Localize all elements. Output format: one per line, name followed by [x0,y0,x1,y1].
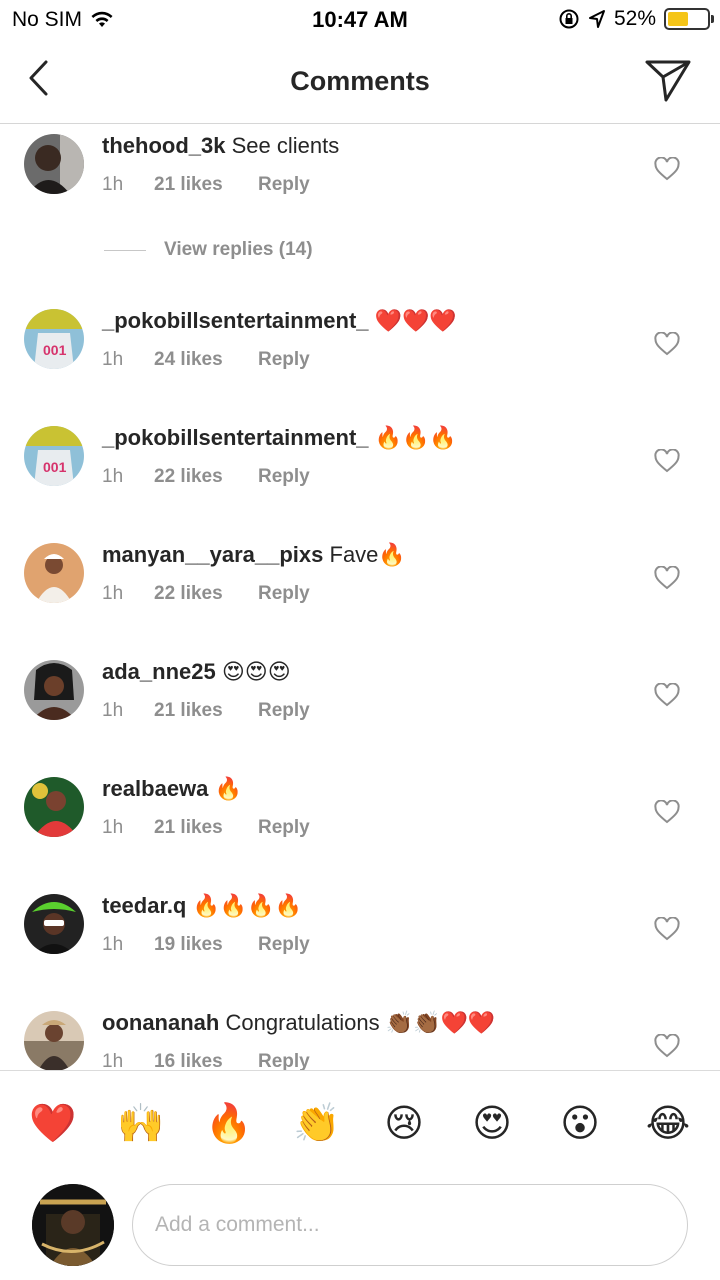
comment-username[interactable]: ada_nne25 [102,659,216,684]
reaction-heart-emoji[interactable]: ❤️ [29,1101,76,1147]
avatar[interactable] [24,777,84,837]
comment-body: See clients [231,133,340,158]
reaction-raised-hands-emoji[interactable]: 🙌 [117,1101,164,1147]
page-title: Comments [290,66,430,96]
comment-username[interactable]: thehood_3k [102,133,225,158]
like-heart-icon[interactable] [654,449,680,473]
comment-body: Congratulations 👏🏾👏🏾❤️❤️ [225,1010,496,1035]
comment-username[interactable]: oonananah [102,1010,219,1035]
comment-item: manyan__yara__pixs Fave🔥 1h 22 likes Reply [0,534,720,634]
comment-likes[interactable]: 22 likes [154,466,258,488]
comment-body: 🔥🔥🔥🔥 [192,893,303,918]
comment-username[interactable]: _pokobillsentertainment_ [102,308,369,333]
comment-username[interactable]: _pokobillsentertainment_ [102,425,369,450]
header: Comments [0,40,720,124]
reply-button[interactable]: Reply [258,174,310,196]
comment-likes[interactable]: 22 likes [154,583,258,605]
add-comment-input[interactable] [132,1184,688,1266]
reaction-surprised-emoji[interactable]: 😮 [557,1101,603,1147]
battery-level [668,12,688,26]
like-heart-icon[interactable] [654,917,680,941]
comment-username[interactable]: teedar.q [102,893,186,918]
comment-item: 001 _pokobillsentertainment_ ❤️❤️❤️ 1h 24… [0,300,720,400]
like-heart-icon[interactable] [654,800,680,824]
like-heart-icon[interactable] [654,157,680,181]
comment-time: 1h [102,583,124,604]
comment-time: 1h [102,466,124,487]
comment-likes[interactable]: 21 likes [154,700,258,722]
comment-body: 🔥 [214,776,242,801]
comment-item: 001 _pokobillsentertainment_ 🔥🔥🔥 1h 22 li… [0,417,720,517]
comment-username[interactable]: manyan__yara__pixs [102,542,323,567]
reaction-laughing-emoji[interactable]: 😂 [645,1101,691,1147]
status-bar: No SIM 10:47 AM 52% [0,0,720,40]
comment-body: Fave🔥 [329,542,406,567]
battery-percent: 52% [613,7,656,30]
reply-button[interactable]: Reply [258,583,310,605]
like-heart-icon[interactable] [654,683,680,707]
reaction-clap-emoji[interactable]: 👏 [293,1101,340,1147]
comment-likes[interactable]: 21 likes [154,817,258,839]
battery-icon [664,8,714,30]
comment-username[interactable]: realbaewa [102,776,208,801]
comment-body: 🔥🔥🔥 [374,425,457,450]
comment-time: 1h [102,934,124,955]
reply-button[interactable]: Reply [258,349,310,371]
avatar[interactable] [24,894,84,954]
comment-time: 1h [102,174,124,195]
current-user-avatar [32,1184,114,1266]
like-heart-icon[interactable] [654,332,680,356]
comment-composer [0,1176,720,1280]
avatar[interactable] [24,660,84,720]
reply-button[interactable]: Reply [258,817,310,839]
comment-time: 1h [102,700,124,721]
comment-body: 😍😍😍 [221,659,291,684]
comment-likes[interactable]: 16 likes [154,1051,258,1070]
orientation-lock-icon [559,9,579,29]
comment-item: ada_nne25 😍😍😍 1h 21 likes Reply [0,651,720,751]
avatar[interactable]: 001 [24,309,84,369]
like-heart-icon[interactable] [654,566,680,590]
comment-item: oonananah Congratulations 👏🏾👏🏾❤️❤️ 1h 16 … [0,1002,720,1070]
svg-text:001: 001 [43,342,67,358]
avatar[interactable] [24,543,84,603]
comment-likes[interactable]: 21 likes [154,174,258,196]
avatar[interactable]: 001 [24,426,84,486]
reaction-crying-emoji[interactable]: 😢 [381,1101,427,1147]
quick-reactions-bar: ❤️ 🙌 🔥 👏 😢 😍 😮 😂 [0,1070,720,1176]
view-replies-button[interactable]: View replies (14) [104,239,313,261]
reply-button[interactable]: Reply [258,700,310,722]
reply-button[interactable]: Reply [258,466,310,488]
reaction-heart-eyes-emoji[interactable]: 😍 [469,1101,515,1147]
comment-time: 1h [102,817,124,838]
like-heart-icon[interactable] [654,1034,680,1058]
comment-item: teedar.q 🔥🔥🔥🔥 1h 19 likes Reply [0,885,720,985]
reply-button[interactable]: Reply [258,934,310,956]
comment-item: thehood_3k See clients 1h 21 likes Reply [0,125,720,225]
location-arrow-icon [588,10,605,28]
comment-likes[interactable]: 24 likes [154,349,258,371]
reply-button[interactable]: Reply [258,1051,310,1070]
divider [104,249,146,251]
svg-text:001: 001 [43,459,67,475]
direct-message-send-icon[interactable] [644,56,692,104]
comment-likes[interactable]: 19 likes [154,934,258,956]
comment-item: realbaewa 🔥 1h 21 likes Reply [0,768,720,868]
avatar[interactable] [24,134,84,194]
comment-time: 1h [102,349,124,370]
avatar[interactable] [24,1011,84,1070]
comment-body: ❤️❤️❤️ [374,308,457,333]
comment-time: 1h [102,1051,124,1070]
comments-list[interactable]: thehood_3k See clients 1h 21 likes Reply V… [0,125,720,1070]
view-replies-label: View replies (14) [164,239,313,260]
reaction-fire-emoji[interactable]: 🔥 [205,1101,252,1147]
